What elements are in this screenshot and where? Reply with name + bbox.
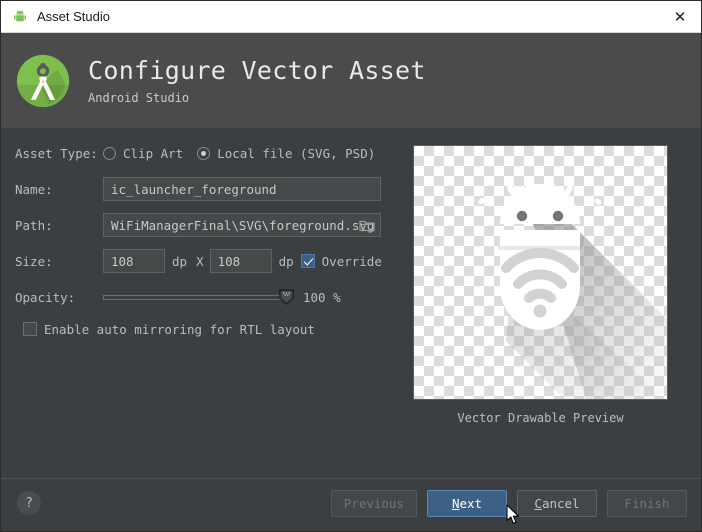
preview-panel: Vector Drawable Preview bbox=[413, 145, 668, 425]
radio-local-file-label: Local file (SVG, PSD) bbox=[217, 145, 376, 161]
name-label: Name: bbox=[15, 181, 53, 197]
opacity-label: Opacity: bbox=[15, 289, 76, 305]
previous-button[interactable]: Previous bbox=[330, 490, 417, 517]
asset-type-row: Asset Type: Clip Art Local file (SVG, PS… bbox=[15, 138, 395, 168]
header-text-block: Configure Vector Asset Android Studio bbox=[88, 56, 426, 106]
preview-caption: Vector Drawable Preview bbox=[457, 411, 624, 425]
size-width-unit: dp bbox=[172, 253, 188, 269]
android-studio-logo bbox=[16, 54, 70, 107]
name-input[interactable]: ic_launcher_foreground bbox=[103, 177, 381, 201]
path-input-value: WiFiManagerFinal\SVG\foreground.svg bbox=[111, 217, 375, 233]
override-checkbox[interactable]: Override bbox=[300, 253, 382, 269]
finish-button[interactable]: Finish bbox=[607, 490, 687, 517]
asset-studio-dialog: Asset Studio ✕ Configure Vector Asset An… bbox=[0, 0, 702, 532]
footer-button-group: Previous Next Cancel Finish bbox=[330, 490, 687, 517]
size-width-input[interactable]: 108 bbox=[103, 249, 165, 273]
size-height-unit: dp bbox=[278, 253, 294, 269]
radio-clip-art-label: Clip Art bbox=[123, 145, 184, 161]
finish-button-label: Finish bbox=[624, 496, 670, 511]
path-input[interactable]: WiFiManagerFinal\SVG\foreground.svg bbox=[103, 213, 381, 237]
next-button-label: ext bbox=[459, 496, 483, 511]
size-row: Size: 108 dp X 108 dp Override bbox=[15, 246, 395, 276]
dialog-footer: ? Previous Next Cancel Finish bbox=[1, 478, 701, 531]
override-checkbox-box[interactable] bbox=[300, 254, 315, 268]
opacity-row: Opacity: 100 % bbox=[15, 282, 395, 312]
mirroring-checkbox-box[interactable] bbox=[23, 322, 37, 336]
page-title: Configure Vector Asset bbox=[88, 55, 426, 85]
radio-clip-art[interactable]: Clip Art bbox=[103, 146, 183, 161]
previous-button-label: Previous bbox=[343, 496, 404, 511]
name-row: Name: ic_launcher_foreground bbox=[15, 174, 395, 204]
vector-asset-form: Asset Type: Clip Art Local file (SVG, PS… bbox=[15, 138, 395, 346]
size-label: Size: bbox=[15, 253, 53, 269]
help-button[interactable]: ? bbox=[17, 491, 41, 515]
mirroring-checkbox-label: Enable auto mirroring for RTL layout bbox=[44, 321, 315, 337]
asset-type-label: Asset Type: bbox=[15, 145, 98, 161]
cancel-button-mnemonic: C bbox=[534, 496, 542, 511]
opacity-value: 100 % bbox=[303, 289, 341, 305]
radio-local-file-indicator[interactable] bbox=[197, 146, 211, 160]
mirroring-checkbox[interactable]: Enable auto mirroring for RTL layout bbox=[23, 322, 315, 337]
cancel-button[interactable]: Cancel bbox=[517, 490, 597, 517]
close-icon[interactable]: ✕ bbox=[657, 1, 701, 32]
next-button[interactable]: Next bbox=[427, 490, 507, 517]
radio-clip-art-indicator[interactable] bbox=[103, 146, 116, 160]
dialog-header: Configure Vector Asset Android Studio bbox=[1, 33, 701, 128]
size-separator: X bbox=[196, 253, 204, 269]
android-robot-icon bbox=[14, 9, 26, 21]
opacity-slider-thumb[interactable] bbox=[279, 289, 294, 305]
next-button-mnemonic: N bbox=[451, 496, 460, 511]
override-checkbox-label: Override bbox=[321, 253, 382, 269]
size-height-input[interactable]: 108 bbox=[209, 249, 272, 273]
titlebar: Asset Studio ✕ bbox=[1, 1, 701, 33]
dialog-body: Asset Type: Clip Art Local file (SVG, PS… bbox=[1, 128, 701, 478]
mirroring-row: Enable auto mirroring for RTL layout bbox=[15, 318, 395, 340]
opacity-slider[interactable] bbox=[103, 288, 294, 306]
path-label: Path: bbox=[15, 217, 53, 233]
page-subtitle: Android Studio bbox=[88, 90, 190, 105]
opacity-slider-track[interactable] bbox=[103, 294, 291, 300]
vector-drawable-art bbox=[478, 184, 667, 399]
path-row: Path: WiFiManagerFinal\SVG\foreground.sv… bbox=[15, 210, 395, 240]
radio-local-file[interactable]: Local file (SVG, PSD) bbox=[197, 146, 375, 161]
titlebar-title: Asset Studio bbox=[37, 9, 110, 24]
preview-canvas bbox=[413, 145, 668, 400]
folder-icon[interactable] bbox=[359, 218, 375, 232]
cancel-button-label: ancel bbox=[541, 496, 580, 511]
